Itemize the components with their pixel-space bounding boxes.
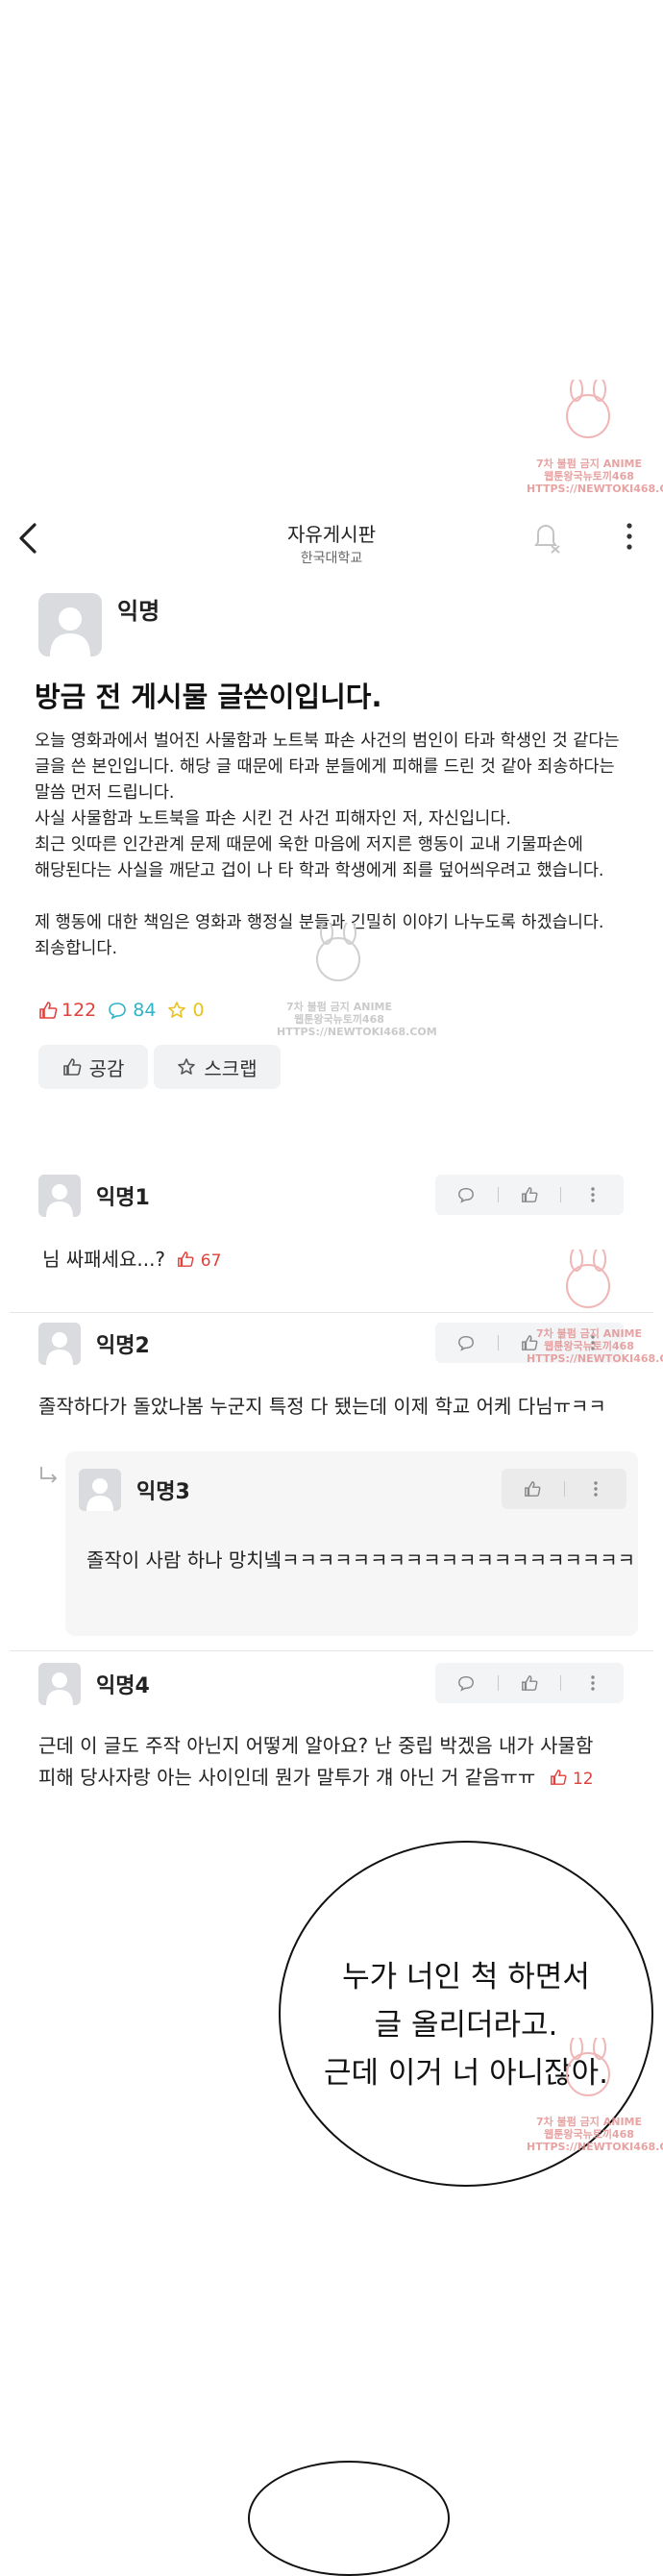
comment-avatar [38,1663,81,1705]
scrap-button[interactable]: 스크랩 [154,1045,281,1089]
post-author: 익명 [117,598,160,625]
comment-like-button[interactable] [502,1469,564,1509]
comment-text: 님 싸패세요...? 67 [42,1244,221,1277]
reply-button[interactable] [435,1323,498,1363]
more-options-icon [590,1675,595,1691]
more-options-icon [594,1481,598,1497]
scrap-count: 0 [192,1000,205,1021]
watermark-line: HTTPS://NEWTOKI468.COM [277,1026,437,1038]
watermark-line: 웹툰왕국뉴토끼468 [544,470,634,483]
watermark-line: HTTPS://NEWTOKI468.COM [527,1352,663,1365]
thumbs-up-icon [62,1058,81,1076]
thumbs-up-icon [39,1002,58,1019]
comment-icon [458,1335,475,1351]
watermark-text: 7차 불펌 금지 ANIME 웹툰왕국뉴토끼468 HTTPS://NEWTOK… [527,458,663,495]
scrap-button-label: 스크랩 [204,1056,258,1080]
comment-like-button[interactable] [499,1175,561,1215]
watermark-line: HTTPS://NEWTOKI468.COM [527,483,663,495]
thumbs-up-icon [550,1770,567,1785]
like-button-label: 공감 [88,1056,125,1080]
post-title: 방금 전 게시물 글쓴이입니다. [35,681,382,713]
watermark-mascot-icon [316,923,360,981]
post-paragraph: 오늘 영화과에서 벌어진 사물함과 노트북 파손 사건의 범인이 타과 학생인 … [35,731,620,880]
watermark-line: 웹툰왕국뉴토끼468 [294,1013,384,1026]
board-subtitle: 한국대학교 [300,551,363,566]
comment-icon [458,1675,475,1692]
watermark-text: 7차 불펌 금지 ANIME 웹툰왕국뉴토끼468 HTTPS://NEWTOK… [527,2116,663,2153]
watermark-line: 7차 불펌 금지 ANIME [535,1327,642,1340]
watermark-line: 웹툰왕국뉴토끼468 [544,2128,634,2141]
comment-body: 피해 당사자랑 아는 사이인데 뭔가 말투가 걔 아닌 거 같음ㅠㅠ [38,1766,536,1789]
comment-more-button[interactable] [561,1663,624,1703]
watermark-line: 7차 불펌 금지 ANIME [535,2116,642,2128]
thumbs-up-icon [525,1481,541,1497]
comment-avatar [79,1469,121,1511]
comment-author: 익명1 [96,1186,150,1210]
comment-more-button[interactable] [565,1469,627,1509]
reply-arrow-icon [40,1467,58,1483]
watermark-line: HTTPS://NEWTOKI468.COM [527,2141,663,2153]
comment-icon [458,1187,475,1203]
watermark-text: 7차 불펌 금지 ANIME 웹툰왕국뉴토끼468 HTTPS://NEWTOK… [527,1327,663,1365]
reply-button[interactable] [435,1175,498,1215]
reply-button[interactable] [435,1663,498,1703]
watermark-line: 7차 불펌 금지 ANIME [285,1001,392,1013]
thumbs-up-icon [522,1675,538,1691]
comment-actions [502,1469,626,1509]
comment-body: 졸작하다가 돌았나봄 누군지 특정 다 됐는데 이제 학교 어케 다님ㅠㅋㅋ [38,1395,606,1418]
comment-count: 84 [133,1000,157,1021]
comment-body-line2: 피해 당사자랑 아는 사이인데 뭔가 말투가 걔 아닌 거 같음ㅠㅠ 12 [38,1762,634,1796]
divider [10,1650,653,1651]
comment-like-count: 12 [572,1770,594,1789]
comment-author: 익명3 [136,1480,190,1504]
like-button[interactable]: 공감 [38,1045,148,1089]
comment-body: 졸작이 사람 하나 망치넼ㅋㅋㅋㅋㅋㅋㅋㅋㅋㅋㅋㅋㅋㅋㅋㅋㅋㅋㅋㅋ [86,1548,636,1572]
watermark-line: 웹툰왕국뉴토끼468 [544,1340,634,1352]
watermark-mascot-icon [566,1250,610,1308]
comment-body: 님 싸패세요...? [42,1248,166,1271]
like-count: 122 [61,1000,97,1021]
watermark: 7차 불펌 금지 ANIME 웹툰왕국뉴토끼468 HTTPS://NEWTOK… [519,380,663,495]
post-stats: 122 84 0 [38,1000,205,1021]
comment-like-button[interactable] [499,1663,561,1703]
watermark-mascot-icon [566,380,610,438]
notification-off-icon[interactable] [528,519,563,554]
comment-actions [435,1663,624,1703]
speech-bubble-partial [248,2461,450,2576]
board-title: 자유게시판 [287,523,376,546]
thumbs-up-icon [522,1187,538,1202]
watermark-line: 7차 불펌 금지 ANIME [535,458,642,470]
comment-avatar [38,1323,81,1365]
comment-icon [109,1003,127,1020]
watermark: 7차 불펌 금지 ANIME 웹툰왕국뉴토끼468 HTTPS://NEWTOK… [519,2038,663,2153]
more-options-icon [590,1187,595,1202]
thumbs-up-icon [178,1251,194,1267]
comment-like-count: 67 [200,1251,222,1271]
more-options-icon[interactable] [620,519,639,554]
comment-avatar [38,1175,81,1217]
watermark: 7차 불펌 금지 ANIME 웹툰왕국뉴토끼468 HTTPS://NEWTOK… [519,1250,663,1365]
comment-actions [435,1175,624,1215]
comment-more-button[interactable] [561,1175,624,1215]
author-avatar [38,593,102,656]
comment-body-line: 근데 이 글도 주작 아닌지 어떻게 알아요? 난 중립 박겠음 내가 사물함 [38,1734,594,1757]
watermark-text: 7차 불펌 금지 ANIME 웹툰왕국뉴토끼468 HTTPS://NEWTOK… [277,1001,437,1038]
watermark: 7차 불펌 금지 ANIME 웹툰왕국뉴토끼468 HTTPS://NEWTOK… [269,923,437,1038]
comment-author: 익명2 [96,1334,150,1358]
comment-text: 근데 이 글도 주작 아닌지 어떻게 알아요? 난 중립 박겠음 내가 사물함 … [38,1730,634,1796]
star-icon [168,1002,186,1018]
star-icon [178,1058,196,1075]
watermark-mascot-icon [566,2038,610,2096]
bubble-line: 누가 너인 척 하면서 [342,1960,590,1994]
comment-author: 익명4 [96,1674,150,1698]
